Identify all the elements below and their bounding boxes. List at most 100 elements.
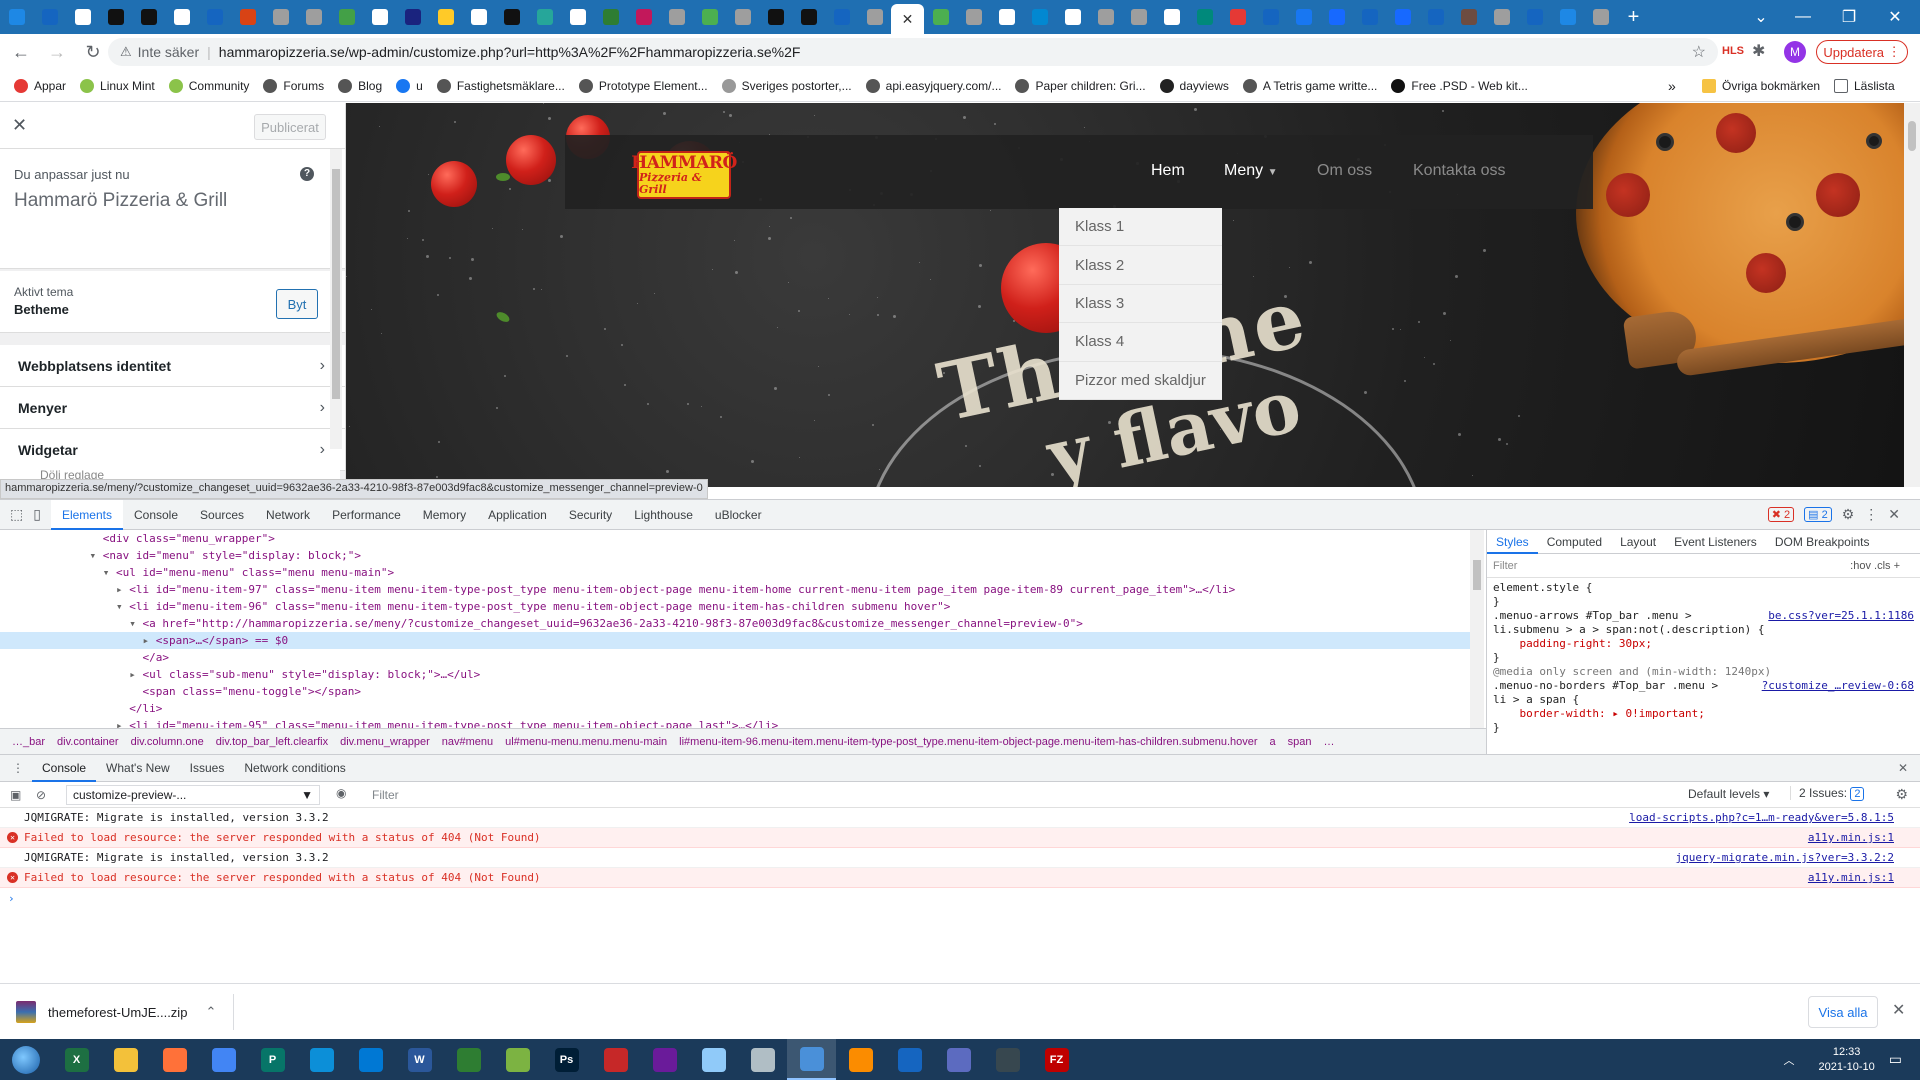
console-source-link[interactable]: load-scripts.php?c=1…m-ready&ver=5.8.1:5 (1629, 811, 1894, 824)
dom-node[interactable]: ▸ <li id="menu-item-95" class="menu-item… (0, 717, 1470, 728)
devtools-tab[interactable]: Performance (321, 500, 412, 530)
browser-tab[interactable] (330, 0, 363, 34)
more-options-icon[interactable]: ⋮ (1864, 506, 1878, 523)
publish-button[interactable]: Publicerat (254, 114, 326, 140)
browser-tab[interactable] (924, 0, 957, 34)
browser-tab[interactable] (1485, 0, 1518, 34)
browser-tab[interactable] (594, 0, 627, 34)
taskbar-app-blue[interactable] (689, 1039, 738, 1080)
breadcrumb-item[interactable]: div.menu_wrapper (340, 736, 430, 748)
taskbar-app-orange[interactable] (836, 1039, 885, 1080)
console-source-link[interactable]: a11y.min.js:1 (1808, 871, 1894, 884)
close-icon[interactable]: ✕ (12, 115, 27, 136)
devtools-tab[interactable]: Sources (189, 500, 255, 530)
devtools-tab[interactable]: Application (477, 500, 558, 530)
breadcrumb-item[interactable]: div.top_bar_left.clearfix (216, 736, 328, 748)
active-tab[interactable]: ✕ (891, 4, 924, 34)
browser-tab[interactable] (660, 0, 693, 34)
dom-node[interactable]: ▾ <nav id="menu" style="display: block;"… (0, 547, 1470, 564)
download-item[interactable]: themeforest-UmJE....zip ⌃ (16, 994, 234, 1030)
taskbar-app-flag[interactable] (983, 1039, 1032, 1080)
breadcrumb-item[interactable]: … (1324, 736, 1335, 748)
other-bookmarks[interactable]: Övriga bokmärken (1702, 78, 1820, 93)
close-shelf-icon[interactable]: ✕ (1892, 1000, 1905, 1020)
dom-node[interactable]: ▾ <li id="menu-item-96" class="menu-item… (0, 598, 1470, 615)
reading-list[interactable]: Läslista (1834, 78, 1895, 93)
device-toolbar-icon[interactable]: ▯ (33, 506, 41, 523)
taskbar-filezilla[interactable]: FZ (1032, 1039, 1081, 1080)
submenu-item[interactable]: Klass 1 (1059, 208, 1222, 247)
browser-tab[interactable] (528, 0, 561, 34)
submenu-item[interactable]: Klass 2 (1059, 246, 1222, 285)
close-drawer-icon[interactable]: ✕ (1898, 761, 1908, 775)
new-tab-button[interactable]: + (1617, 0, 1650, 34)
scrollbar-thumb[interactable] (1908, 121, 1916, 151)
browser-tab[interactable] (1188, 0, 1221, 34)
browser-tab[interactable] (1023, 0, 1056, 34)
bookmarks-overflow-icon[interactable]: » (1668, 78, 1676, 94)
browser-tab[interactable] (99, 0, 132, 34)
taskbar-app-triangle[interactable] (934, 1039, 983, 1080)
taskbar-photoshop[interactable]: Ps (542, 1039, 591, 1080)
dom-node[interactable]: ▸ <span>…</span> == $0 (0, 632, 1470, 649)
css-source-link[interactable]: be.css?ver=25.1.1:1186 (1768, 609, 1914, 623)
close-window-icon[interactable]: ✕ (1872, 0, 1918, 34)
notification-icon[interactable]: ▭ (1889, 1051, 1902, 1068)
help-icon[interactable]: ? (300, 167, 314, 181)
browser-tab[interactable] (1419, 0, 1452, 34)
browser-tab[interactable] (627, 0, 660, 34)
change-theme-button[interactable]: Byt (276, 289, 318, 319)
browser-tab[interactable] (198, 0, 231, 34)
breadcrumb-item[interactable]: ul#menu-menu.menu.menu-main (505, 736, 667, 748)
bookmark-item[interactable]: Community (168, 78, 249, 93)
bookmark-item[interactable]: u (396, 78, 423, 93)
sidebar-toggle-icon[interactable]: ▣ (10, 788, 21, 802)
taskbar-excel[interactable]: X (52, 1039, 101, 1080)
section-menus[interactable]: Menyer › (0, 387, 345, 429)
browser-tab[interactable] (1254, 0, 1287, 34)
browser-tab[interactable] (858, 0, 891, 34)
devtools-tab[interactable]: Console (123, 500, 189, 530)
tab-close-icon[interactable]: ✕ (902, 11, 914, 28)
styles-filter[interactable]: Filter :hov .cls + (1487, 554, 1920, 578)
drawer-tab[interactable]: Network conditions (234, 754, 355, 782)
bookmark-star-icon[interactable]: ☆ (1692, 42, 1706, 62)
styles-tab[interactable]: Layout (1611, 530, 1665, 554)
browser-tab[interactable] (1320, 0, 1353, 34)
browser-tab[interactable] (1089, 0, 1122, 34)
context-select[interactable]: customize-preview-... ▼ (66, 785, 320, 805)
dom-node[interactable]: ▸ <ul class="sub-menu" style="display: b… (0, 666, 1470, 683)
taskbar-word[interactable]: W (395, 1039, 444, 1080)
console-source-link[interactable]: a11y.min.js:1 (1808, 831, 1894, 844)
browser-tab[interactable] (1155, 0, 1188, 34)
submenu-item[interactable]: Klass 3 (1059, 285, 1222, 324)
bookmark-item[interactable]: dayviews (1159, 78, 1229, 93)
address-bar[interactable]: ⚠ Inte säker | hammaropizzeria.se/wp-adm… (108, 38, 1718, 66)
taskbar-firefox[interactable] (150, 1039, 199, 1080)
taskbar-app-window[interactable] (787, 1039, 836, 1080)
tab-search-icon[interactable]: ⌄ (1738, 0, 1784, 34)
devtools-tab[interactable]: Elements (50, 499, 123, 530)
restore-icon[interactable]: ❐ (1826, 0, 1872, 34)
styles-tab[interactable]: Event Listeners (1665, 530, 1766, 554)
update-button[interactable]: Uppdatera ⋮ (1816, 40, 1908, 64)
error-count-badge[interactable]: ✖ 2 (1767, 507, 1795, 522)
styles-tab[interactable]: Styles (1487, 530, 1538, 554)
browser-tab[interactable] (495, 0, 528, 34)
browser-tab[interactable] (1122, 0, 1155, 34)
browser-tab[interactable] (66, 0, 99, 34)
submenu-item[interactable]: Klass 4 (1059, 323, 1222, 362)
devtools-tab[interactable]: Lighthouse (623, 500, 704, 530)
drawer-menu-icon[interactable]: ⋮ (12, 761, 24, 775)
issues-button[interactable]: 2 Issues: 2 (1790, 786, 1865, 801)
preview-scrollbar[interactable] (1904, 103, 1920, 487)
nav-menu[interactable]: Meny ▼ (1224, 162, 1277, 180)
taskbar-mail[interactable] (346, 1039, 395, 1080)
devtools-tab[interactable]: Network (255, 500, 321, 530)
console-source-link[interactable]: jquery-migrate.min.js?ver=3.3.2:2 (1675, 851, 1894, 864)
section-site-identity[interactable]: Webbplatsens identitet › (0, 345, 345, 387)
submenu-item[interactable]: Pizzor med skaldjur (1059, 362, 1222, 400)
site-logo[interactable]: HAMMARÖ Pizzeria & Grill (631, 151, 737, 199)
bookmark-item[interactable]: Paper children: Gri... (1015, 78, 1146, 93)
browser-tab[interactable] (462, 0, 495, 34)
